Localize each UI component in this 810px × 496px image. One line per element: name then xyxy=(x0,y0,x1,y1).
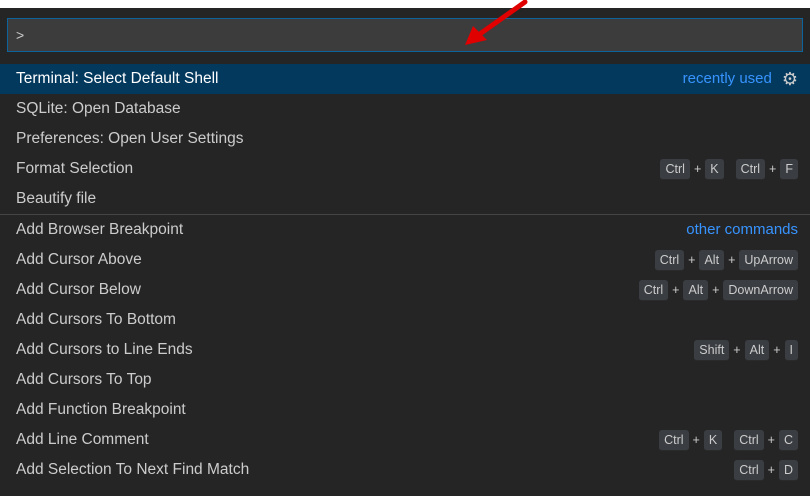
command-label: Beautify file xyxy=(16,190,97,207)
keybinding: Ctrl + K Ctrl + C xyxy=(659,425,798,455)
plus-separator: + xyxy=(688,253,696,267)
list-item[interactable]: Add Function Breakpoint xyxy=(0,395,810,425)
red-arrow-icon xyxy=(465,0,528,45)
list-item[interactable]: Add Cursor Above Ctrl + Alt + UpArrow xyxy=(0,245,810,275)
key-cap: F xyxy=(780,158,798,180)
key-cap: D xyxy=(778,459,798,481)
command-details: Ctrl + K Ctrl + C xyxy=(659,425,798,455)
command-details: Ctrl + Alt + DownArrow xyxy=(638,275,798,305)
command-label: Add Cursors To Top xyxy=(16,371,152,388)
plus-separator: + xyxy=(767,463,775,477)
command-label: Add Cursor Above xyxy=(16,251,142,268)
list-item[interactable]: Terminal: Select Default Shell recently u… xyxy=(0,64,810,94)
key-cap: DownArrow xyxy=(723,279,798,301)
key-cap: Ctrl xyxy=(638,279,669,301)
command-label: Add Line Comment xyxy=(16,431,149,448)
command-label: Add Selection To Next Find Match xyxy=(16,461,250,478)
command-label: Add Function Breakpoint xyxy=(16,401,186,418)
key-cap: K xyxy=(703,429,723,451)
keybinding: Ctrl + Alt + UpArrow xyxy=(654,245,798,275)
command-label: Preferences: Open User Settings xyxy=(16,130,244,147)
command-details: recently used ⚙ xyxy=(683,64,798,94)
key-cap: I xyxy=(784,339,798,361)
plus-separator: + xyxy=(693,162,702,176)
keybinding: Shift + Alt + I xyxy=(694,335,798,365)
list-item[interactable]: Add Cursors To Bottom xyxy=(0,305,810,335)
list-item[interactable]: Preferences: Open User Settings xyxy=(0,124,810,154)
key-cap: Alt xyxy=(699,249,725,271)
key-cap: Alt xyxy=(744,339,770,361)
command-group-label: other commands xyxy=(686,221,798,238)
command-label: Add Cursors To Bottom xyxy=(16,311,176,328)
list-item[interactable]: Beautify file xyxy=(0,184,810,214)
command-input[interactable] xyxy=(7,18,803,52)
key-cap: Ctrl xyxy=(654,249,685,271)
key-cap: Ctrl xyxy=(659,429,689,451)
key-cap: C xyxy=(778,429,798,451)
command-list: Terminal: Select Default Shell recently u… xyxy=(0,64,810,485)
command-label: Add Browser Breakpoint xyxy=(16,221,184,238)
list-item[interactable]: SQLite: Open Database xyxy=(0,94,810,124)
key-cap: Ctrl xyxy=(734,429,764,451)
keybinding: Ctrl + D xyxy=(734,455,798,485)
command-details: Ctrl + K Ctrl + F xyxy=(660,154,798,184)
list-item[interactable]: Add Selection To Next Find Match Ctrl + D xyxy=(0,455,810,485)
command-input-wrapper xyxy=(7,18,803,52)
gear-icon[interactable]: ⚙ xyxy=(782,64,798,94)
key-cap: Ctrl xyxy=(660,158,690,180)
list-item[interactable]: Add Browser Breakpoint other commands xyxy=(0,214,810,245)
command-details: other commands xyxy=(686,215,798,245)
command-label: SQLite: Open Database xyxy=(16,100,181,117)
command-details: Shift + Alt + I xyxy=(694,335,798,365)
command-label: Add Cursor Below xyxy=(16,281,141,298)
list-item[interactable]: Add Line Comment Ctrl + K Ctrl + C xyxy=(0,425,810,455)
key-cap: Alt xyxy=(683,279,709,301)
list-item[interactable]: Add Cursors to Line Ends Shift + Alt + I xyxy=(0,335,810,365)
command-details: Ctrl + Alt + UpArrow xyxy=(654,245,798,275)
plus-separator: + xyxy=(672,283,680,297)
plus-separator: + xyxy=(767,433,775,447)
plus-separator: + xyxy=(692,433,700,447)
key-cap: K xyxy=(705,158,724,180)
command-label: Add Cursors to Line Ends xyxy=(16,341,193,358)
command-details: Ctrl + D xyxy=(734,455,798,485)
key-cap: Shift xyxy=(694,339,730,361)
plus-separator: + xyxy=(769,162,777,176)
command-label: Terminal: Select Default Shell xyxy=(16,70,219,87)
list-item[interactable]: Format Selection Ctrl + K Ctrl + F xyxy=(0,154,810,184)
list-item[interactable]: Add Cursors To Top xyxy=(0,365,810,395)
key-cap: UpArrow xyxy=(739,249,798,271)
plus-separator: + xyxy=(733,343,741,357)
keybinding: Ctrl + K Ctrl + F xyxy=(660,154,798,184)
key-cap: Ctrl xyxy=(734,459,764,481)
plus-separator: + xyxy=(773,343,781,357)
list-item[interactable]: Add Cursor Below Ctrl + Alt + DownArrow xyxy=(0,275,810,305)
command-label: Format Selection xyxy=(16,160,134,177)
plus-separator: + xyxy=(712,283,720,297)
key-cap: Ctrl xyxy=(735,158,766,180)
command-group-label: recently used xyxy=(682,70,772,87)
keybinding: Ctrl + Alt + DownArrow xyxy=(638,275,798,305)
plus-separator: + xyxy=(728,253,736,267)
command-palette: Terminal: Select Default Shell recently u… xyxy=(0,8,810,496)
